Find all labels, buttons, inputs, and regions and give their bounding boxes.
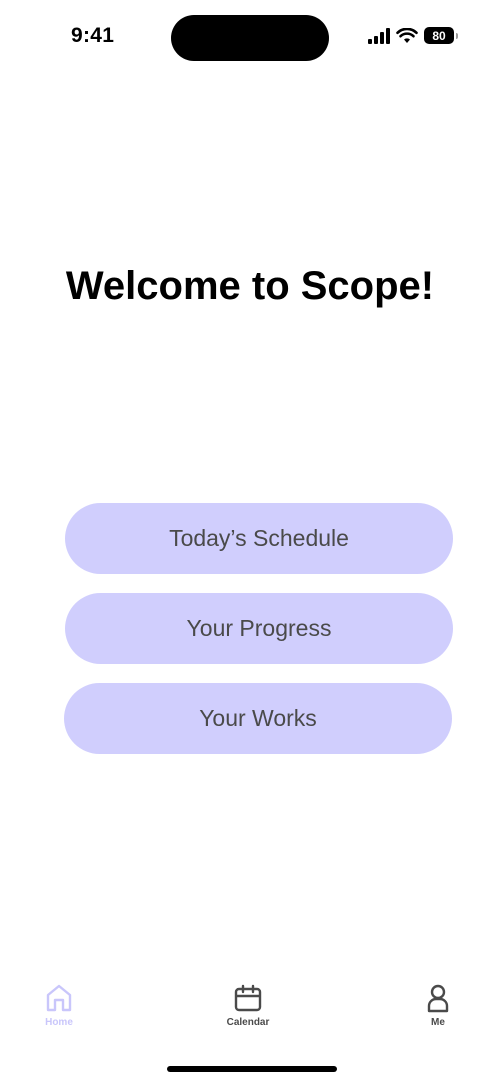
tab-calendar[interactable]: Calendar	[208, 983, 288, 1028]
tab-home[interactable]: Home	[19, 983, 99, 1028]
battery-icon: 80	[424, 27, 454, 44]
person-icon	[427, 984, 449, 1013]
home-indicator[interactable]	[167, 1066, 337, 1072]
todays-schedule-button[interactable]: Today’s Schedule	[65, 503, 453, 574]
your-progress-button[interactable]: Your Progress	[65, 593, 453, 664]
tab-calendar-label: Calendar	[226, 1017, 270, 1028]
tab-home-label: Home	[45, 1017, 73, 1028]
battery-level: 80	[432, 28, 446, 43]
status-time: 9:41	[71, 24, 115, 47]
cellular-signal-icon	[368, 27, 390, 44]
wifi-icon	[396, 27, 418, 43]
tab-me[interactable]: Me	[398, 983, 478, 1028]
calendar-icon	[234, 984, 262, 1012]
dynamic-island	[171, 15, 329, 61]
tab-me-label: Me	[431, 1017, 445, 1028]
page-title: Welcome to Scope!	[65, 264, 435, 308]
status-bar: 9:41 80	[0, 0, 500, 76]
status-icons: 80	[368, 27, 458, 44]
tab-bar: Home Calendar Me	[0, 975, 500, 1035]
your-works-button[interactable]: Your Works	[64, 683, 452, 754]
home-icon	[46, 984, 72, 1012]
battery-tip	[456, 32, 458, 39]
